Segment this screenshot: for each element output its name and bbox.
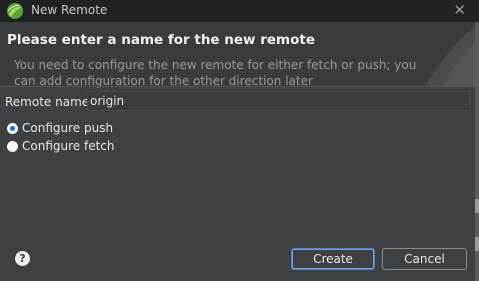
configure-push-label: Configure push bbox=[22, 121, 114, 135]
create-button[interactable]: Create bbox=[291, 248, 375, 270]
remote-name-input[interactable] bbox=[87, 91, 470, 111]
background-window-edge bbox=[475, 22, 479, 281]
radio-selected-icon bbox=[7, 123, 18, 134]
help-icon[interactable]: ? bbox=[15, 251, 30, 266]
configure-fetch-label: Configure fetch bbox=[22, 139, 115, 153]
remote-name-label: Remote name: bbox=[5, 95, 94, 109]
dialog-header: Please enter a name for the new remote Y… bbox=[0, 22, 475, 88]
radio-unselected-icon bbox=[7, 141, 18, 152]
eclipse-app-icon bbox=[7, 3, 23, 19]
configure-fetch-radio[interactable]: Configure fetch bbox=[7, 138, 207, 156]
dialog-body: Please enter a name for the new remote Y… bbox=[0, 22, 475, 281]
title-bar: New Remote ✕ bbox=[0, 0, 479, 22]
dialog-description: You need to configure the new remote for… bbox=[14, 58, 417, 88]
dialog-heading: Please enter a name for the new remote bbox=[7, 32, 315, 48]
cancel-button[interactable]: Cancel bbox=[382, 248, 467, 270]
close-icon[interactable]: ✕ bbox=[453, 1, 466, 19]
header-separator bbox=[0, 86, 475, 87]
configure-push-radio[interactable]: Configure push bbox=[7, 120, 207, 138]
window-title: New Remote bbox=[31, 3, 108, 17]
